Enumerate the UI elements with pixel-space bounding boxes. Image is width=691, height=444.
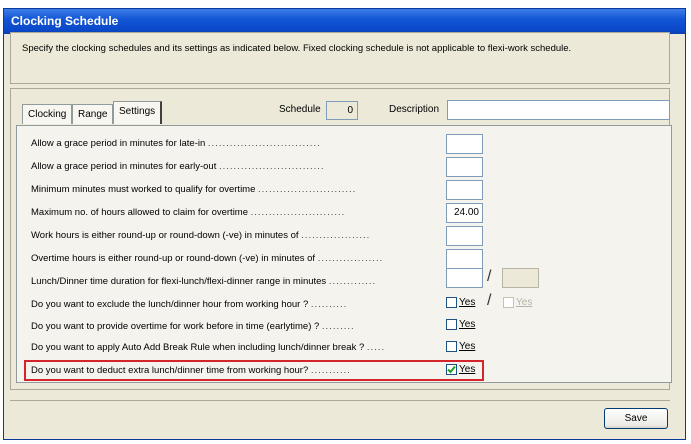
intro-group: Specify the clocking schedules and its s… <box>10 32 670 84</box>
save-button[interactable]: Save <box>604 408 668 429</box>
tab-clocking[interactable]: Clocking <box>22 104 73 124</box>
work-rounding-input[interactable] <box>446 226 483 246</box>
dinner-duration-input <box>502 268 539 288</box>
intro-text: Specify the clocking schedules and its s… <box>22 43 572 54</box>
schedule-label: Schedule <box>279 104 321 115</box>
schedule-field: 0 <box>326 101 358 120</box>
checkbox-box <box>503 297 514 308</box>
lunch-duration-input[interactable] <box>446 268 483 288</box>
tab-range[interactable]: Range <box>72 104 114 124</box>
setting-label-lunch-duration: Lunch/Dinner time duration for flexi-lun… <box>31 276 377 287</box>
checkbox-label: Yes <box>516 297 533 308</box>
highlight-box <box>24 360 484 381</box>
auto-break-checkbox[interactable]: Yes <box>446 341 475 352</box>
max-overtime-input[interactable]: 24.00 <box>446 203 483 223</box>
overtime-rounding-input[interactable] <box>446 249 483 269</box>
checkbox-label: Yes <box>459 341 476 352</box>
description-label: Description <box>389 104 440 115</box>
checkbox-box[interactable] <box>446 341 457 352</box>
setting-label-exclude-lunch: Do you want to exclude the lunch/dinner … <box>31 299 348 310</box>
setting-label-late-in: Allow a grace period in minutes for late… <box>31 138 321 149</box>
setting-label-min-overtime: Minimum minutes must worked to qualify f… <box>31 184 357 195</box>
early-out-grace-input[interactable] <box>446 157 483 177</box>
checkbox-label: Yes <box>459 297 476 308</box>
description-field[interactable] <box>447 100 670 120</box>
footer-divider <box>10 400 670 401</box>
setting-label-earlytime-ot: Do you want to provide overtime for work… <box>31 321 355 332</box>
setting-label-early-out: Allow a grace period in minutes for earl… <box>31 161 325 172</box>
separator-slash: / <box>487 292 492 309</box>
setting-label-max-overtime: Maximum no. of hours allowed to claim fo… <box>31 207 346 218</box>
exclude-dinner-checkbox: Yes <box>503 297 532 308</box>
setting-label-work-rounding: Work hours is either round-up or round-d… <box>31 230 371 241</box>
earlytime-overtime-checkbox[interactable]: Yes <box>446 319 475 330</box>
checkbox-label: Yes <box>459 319 476 330</box>
setting-label-overtime-rounding: Overtime hours is either round-up or rou… <box>31 253 384 264</box>
late-in-grace-input[interactable] <box>446 134 483 154</box>
tab-settings[interactable]: Settings <box>113 101 163 124</box>
window-title: Clocking Schedule <box>4 9 685 34</box>
checkbox-box[interactable] <box>446 297 457 308</box>
checkbox-box[interactable] <box>446 319 457 330</box>
exclude-lunch-checkbox[interactable]: Yes <box>446 297 475 308</box>
setting-label-auto-break: Do you want to apply Auto Add Break Rule… <box>31 342 386 353</box>
min-overtime-input[interactable] <box>446 180 483 200</box>
separator-slash: / <box>487 268 492 285</box>
